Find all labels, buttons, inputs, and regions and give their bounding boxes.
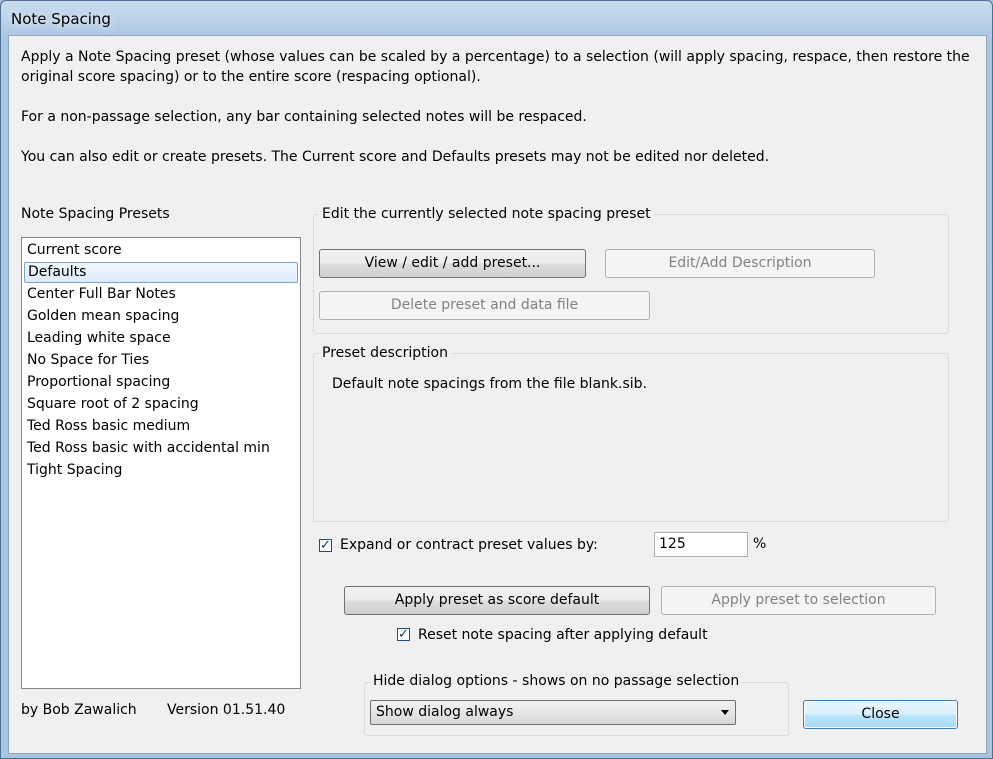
version-label: Version 01.51.40 bbox=[167, 702, 286, 718]
list-item[interactable]: Ted Ross basic with accidental min bbox=[24, 438, 298, 459]
list-item[interactable]: Current score bbox=[24, 240, 298, 261]
view-edit-add-preset-button[interactable]: View / edit / add preset... bbox=[319, 249, 586, 278]
list-item[interactable]: Ted Ross basic medium bbox=[24, 416, 298, 437]
reset-spacing-label: Reset note spacing after applying defaul… bbox=[418, 627, 708, 643]
hide-dialog-group-label: Hide dialog options - shows on no passag… bbox=[370, 673, 743, 689]
apply-to-selection-button[interactable]: Apply preset to selection bbox=[661, 586, 936, 615]
dialog-client-area: Apply a Note Spacing preset (whose value… bbox=[8, 35, 987, 754]
apply-score-default-button[interactable]: Apply preset as score default bbox=[344, 586, 650, 615]
expand-contract-label: Expand or contract preset values by: bbox=[340, 537, 598, 553]
list-item[interactable]: Center Full Bar Notes bbox=[24, 284, 298, 305]
list-item-selected[interactable]: Defaults bbox=[24, 262, 298, 283]
author-label: by Bob Zawalich bbox=[21, 702, 137, 718]
window-title: Note Spacing bbox=[11, 10, 111, 28]
edit-preset-group-label: Edit the currently selected note spacing… bbox=[319, 206, 654, 222]
percent-unit-label: % bbox=[753, 536, 767, 552]
list-item[interactable]: No Space for Ties bbox=[24, 350, 298, 371]
edit-add-description-button[interactable]: Edit/Add Description bbox=[605, 249, 875, 278]
intro-text-line-4: You can also edit or create presets. The… bbox=[21, 149, 770, 165]
reset-spacing-checkbox[interactable]: ✓ bbox=[397, 628, 410, 641]
intro-text-line-1: Apply a Note Spacing preset (whose value… bbox=[21, 49, 970, 65]
hide-dialog-select-value: Show dialog always bbox=[376, 704, 514, 720]
list-item[interactable]: Leading white space bbox=[24, 328, 298, 349]
intro-text-line-3: For a non-passage selection, any bar con… bbox=[21, 109, 587, 125]
delete-preset-button[interactable]: Delete preset and data file bbox=[319, 291, 650, 320]
list-item[interactable]: Tight Spacing bbox=[24, 460, 298, 481]
chevron-down-icon bbox=[721, 710, 729, 715]
presets-list-label: Note Spacing Presets bbox=[21, 206, 170, 222]
hide-dialog-select[interactable]: Show dialog always bbox=[370, 700, 736, 725]
close-button[interactable]: Close bbox=[803, 700, 958, 729]
presets-list[interactable]: Current score Defaults Center Full Bar N… bbox=[21, 237, 301, 689]
preset-description-label: Preset description bbox=[319, 345, 451, 361]
intro-text-line-2: original score spacing) or to the entire… bbox=[21, 69, 481, 85]
title-bar[interactable]: Note Spacing bbox=[1, 1, 992, 35]
preset-description-text: Default note spacings from the file blan… bbox=[332, 376, 647, 392]
scale-percent-input[interactable]: 125 bbox=[654, 532, 748, 557]
dialog-window: Note Spacing Apply a Note Spacing preset… bbox=[0, 0, 993, 759]
expand-contract-checkbox[interactable]: ✓ bbox=[319, 539, 332, 552]
list-item[interactable]: Proportional spacing bbox=[24, 372, 298, 393]
list-item[interactable]: Golden mean spacing bbox=[24, 306, 298, 327]
list-item[interactable]: Square root of 2 spacing bbox=[24, 394, 298, 415]
